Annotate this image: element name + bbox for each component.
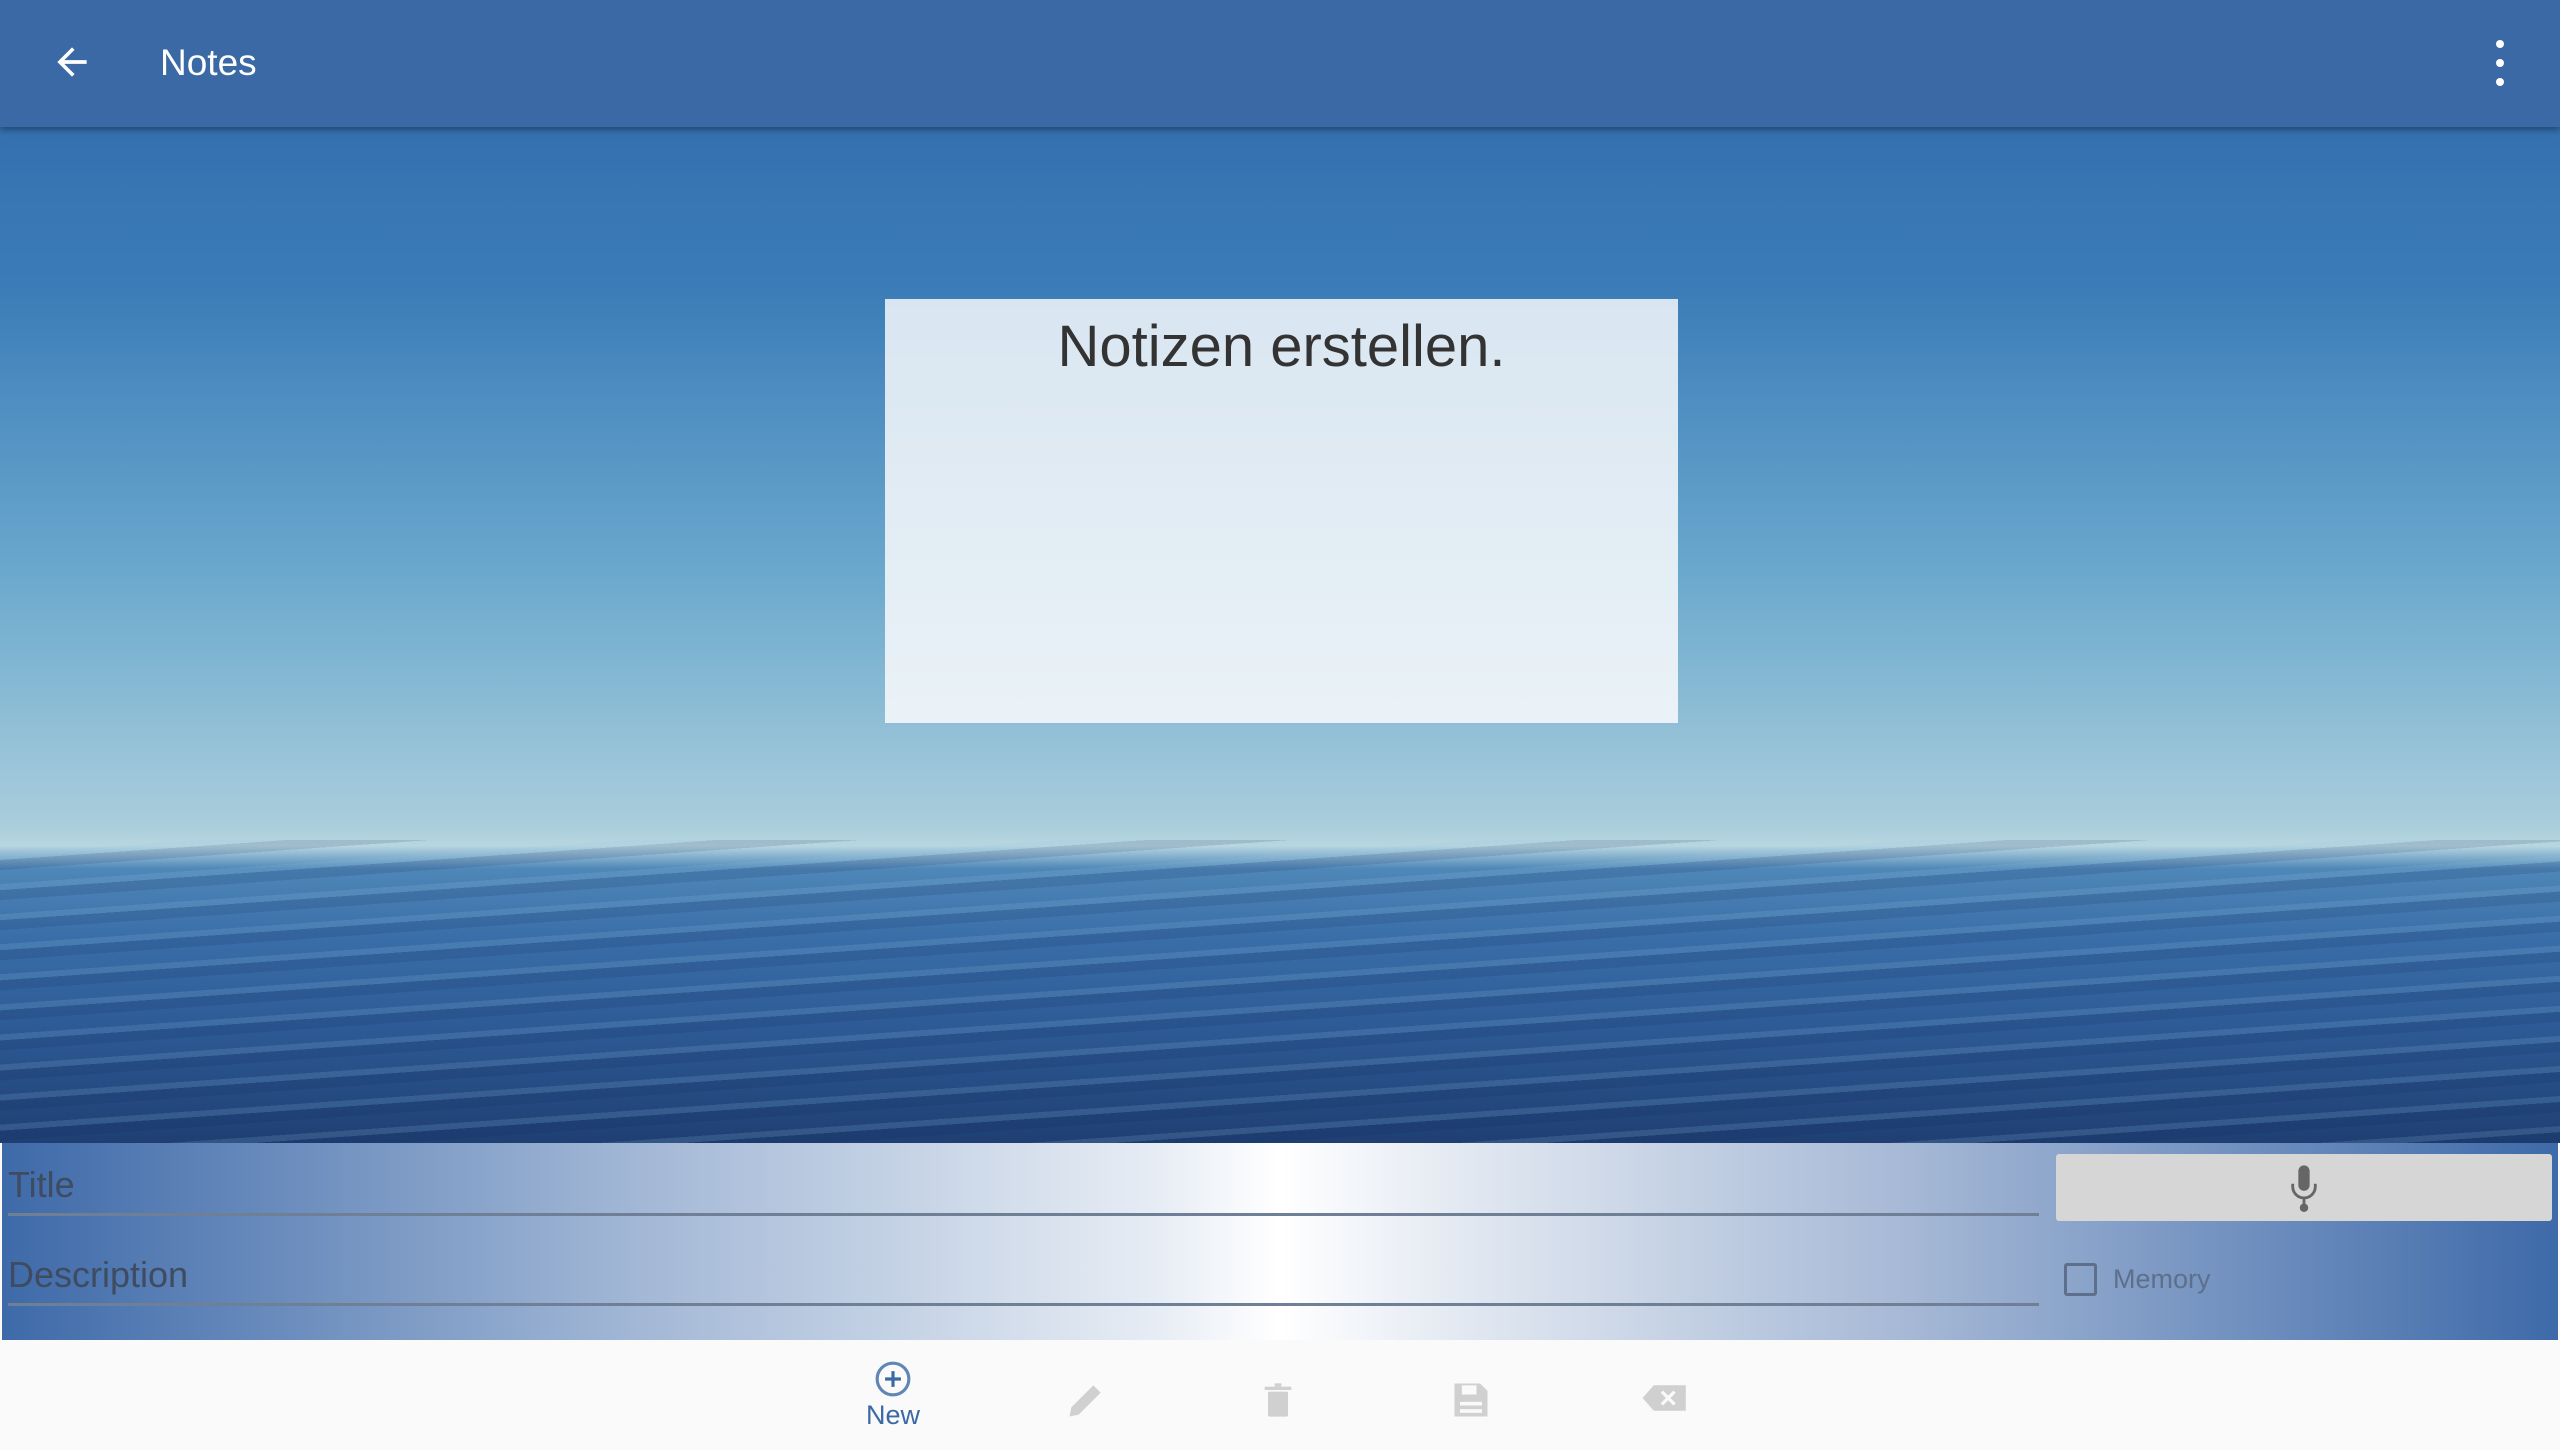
new-button[interactable]: New bbox=[833, 1360, 953, 1440]
back-button[interactable] bbox=[50, 40, 94, 84]
memory-label: Memory bbox=[2113, 1264, 2211, 1294]
arrow-left-icon bbox=[57, 47, 87, 77]
delete-button[interactable] bbox=[1218, 1378, 1338, 1450]
memory-checkbox-row[interactable]: Memory bbox=[2064, 1263, 2211, 1296]
app-bar: Notes bbox=[0, 0, 2560, 127]
microphone-icon bbox=[2291, 1164, 2317, 1212]
note-card[interactable]: Notizen erstellen. bbox=[885, 299, 1678, 723]
description-input[interactable] bbox=[8, 1246, 2039, 1303]
new-label: New bbox=[865, 1400, 920, 1430]
more-options-button[interactable] bbox=[2482, 40, 2518, 86]
clear-button[interactable] bbox=[1605, 1380, 1725, 1450]
save-button[interactable] bbox=[1411, 1378, 1531, 1450]
save-icon bbox=[1454, 1383, 1488, 1417]
note-form: Memory bbox=[2, 1143, 2558, 1340]
note-text: Notizen erstellen. bbox=[1057, 314, 1506, 379]
pencil-icon bbox=[1069, 1385, 1101, 1417]
title-field[interactable] bbox=[8, 1156, 2039, 1216]
more-vert-icon bbox=[2496, 40, 2504, 48]
bottom-toolbar: New bbox=[0, 1340, 2560, 1450]
page-title: Notes bbox=[160, 42, 257, 83]
trash-icon bbox=[1264, 1383, 1292, 1417]
waves bbox=[0, 840, 2560, 1143]
memory-checkbox[interactable] bbox=[2064, 1263, 2097, 1296]
description-field[interactable] bbox=[8, 1246, 2039, 1306]
edit-button[interactable] bbox=[1026, 1378, 1146, 1450]
add-circle-icon bbox=[875, 1361, 911, 1397]
backspace-icon bbox=[1642, 1385, 1686, 1411]
voice-input-button[interactable] bbox=[2056, 1154, 2552, 1221]
title-input[interactable] bbox=[8, 1156, 2039, 1213]
